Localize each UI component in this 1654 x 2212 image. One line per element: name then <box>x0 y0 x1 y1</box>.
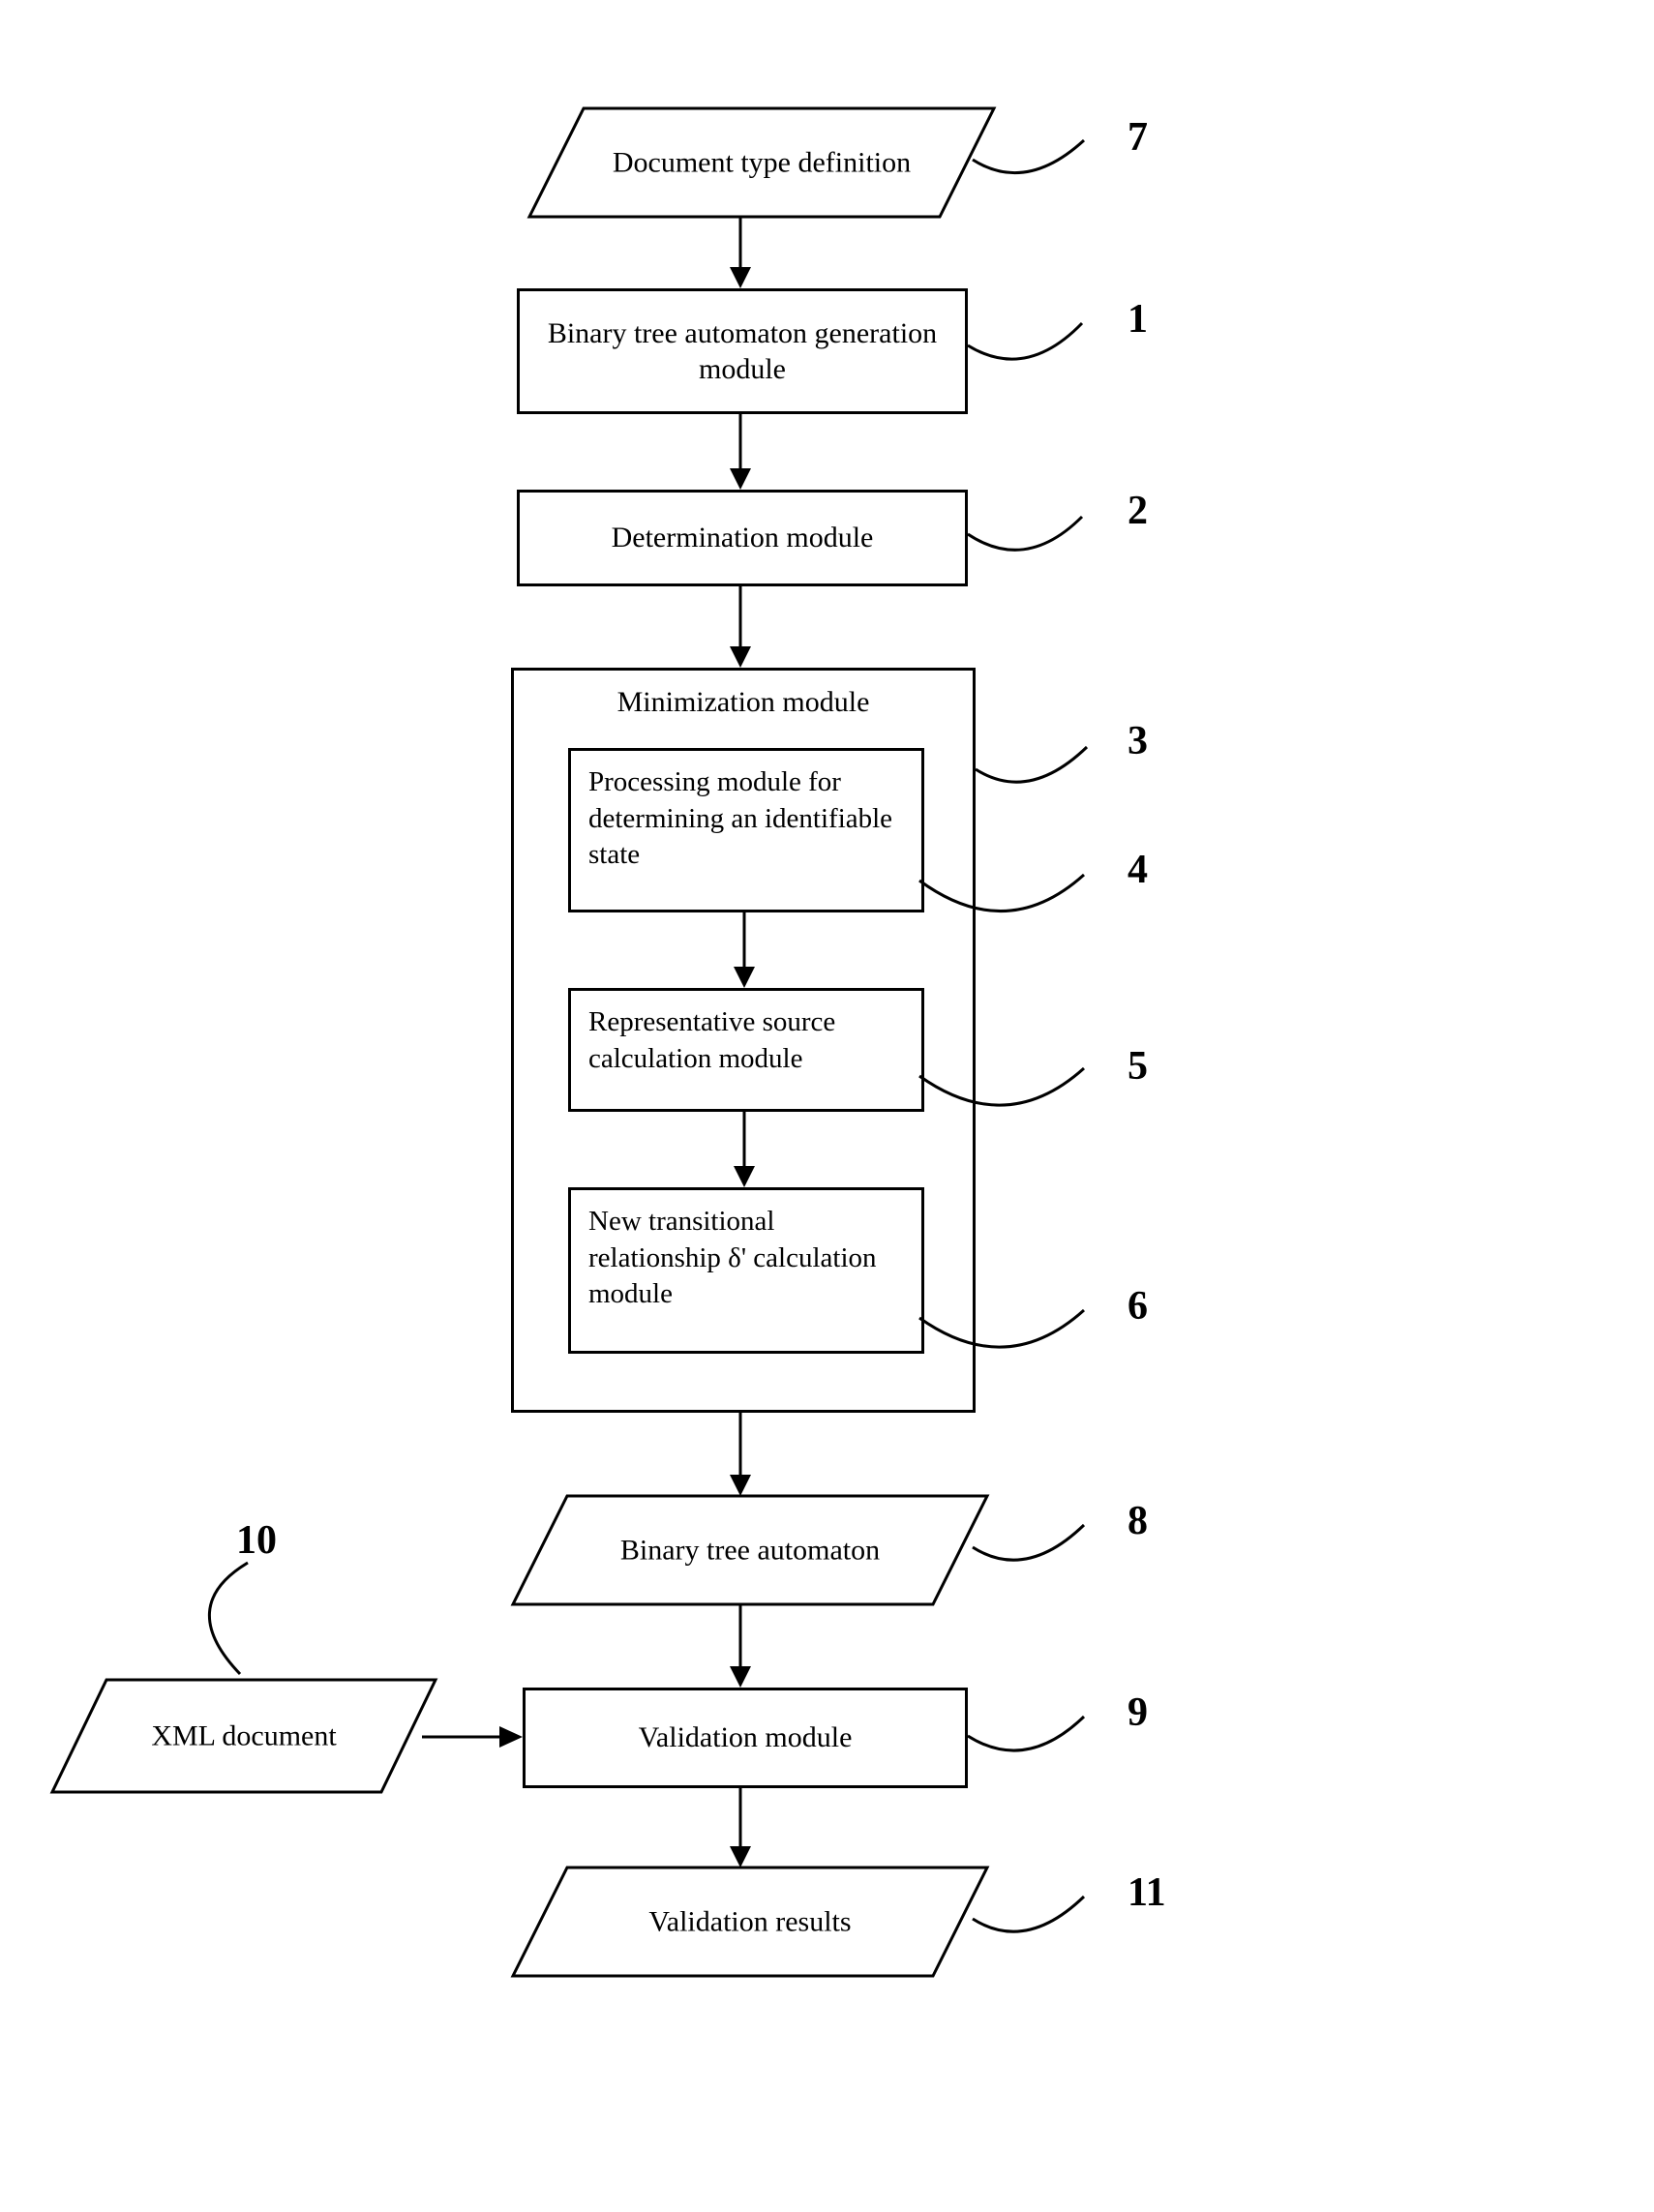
rep-source-module: Representative source calculation module <box>568 988 924 1112</box>
xml-document-label: XML document <box>72 1718 416 1754</box>
arrow-3-8 <box>726 1413 755 1496</box>
callout-1 <box>968 302 1118 379</box>
label-7: 7 <box>1128 114 1148 161</box>
arrow-5-6 <box>730 1112 759 1187</box>
callout-11 <box>973 1875 1118 1953</box>
callout-3 <box>976 726 1121 803</box>
callout-7 <box>973 116 1118 194</box>
determination-module: Determination module <box>517 490 968 586</box>
minimization-title: Minimization module <box>514 686 973 719</box>
label-2: 2 <box>1128 488 1148 534</box>
callout-4 <box>919 852 1118 939</box>
label-11: 11 <box>1128 1869 1166 1916</box>
rep-source-label: Representative source calculation module <box>588 1006 835 1074</box>
arrow-1-2 <box>726 414 755 490</box>
callout-2 <box>968 495 1118 573</box>
callout-8 <box>973 1504 1118 1581</box>
arrow-10-9 <box>422 1722 523 1751</box>
callout-5 <box>919 1045 1118 1132</box>
label-4: 4 <box>1128 847 1148 893</box>
doc-type-definition: Document type definition <box>529 108 994 217</box>
minimization-module: Minimization module Processing module fo… <box>511 668 976 1413</box>
processing-module: Processing module for determining an ide… <box>568 748 924 912</box>
binary-tree-automaton: Binary tree automaton <box>513 1496 987 1604</box>
arrow-8-9 <box>726 1604 755 1688</box>
label-6: 6 <box>1128 1283 1148 1330</box>
arrow-7-1 <box>726 217 755 288</box>
label-1: 1 <box>1128 296 1148 343</box>
binary-tree-gen-label: Binary tree automaton generation module <box>539 315 946 388</box>
determination-label: Determination module <box>612 520 874 556</box>
validation-label: Validation module <box>639 1719 853 1756</box>
callout-10 <box>180 1563 316 1679</box>
label-5: 5 <box>1128 1043 1148 1090</box>
xml-document: XML document <box>52 1680 436 1792</box>
label-8: 8 <box>1128 1498 1148 1544</box>
label-3: 3 <box>1128 718 1148 764</box>
new-transition-module: New transitional relationship δ' calcula… <box>568 1187 924 1354</box>
arrow-2-3 <box>726 586 755 668</box>
arrow-9-11 <box>726 1788 755 1868</box>
label-9: 9 <box>1128 1689 1148 1736</box>
binary-tree-gen-module: Binary tree automaton generation module <box>517 288 968 414</box>
processing-label: Processing module for determining an ide… <box>588 766 892 870</box>
callout-6 <box>919 1287 1118 1374</box>
validation-results: Validation results <box>513 1868 987 1976</box>
validation-results-label: Validation results <box>537 1903 964 1940</box>
binary-tree-automaton-label: Binary tree automaton <box>537 1532 964 1569</box>
arrow-4-5 <box>730 912 759 988</box>
doc-type-definition-label: Document type definition <box>553 144 971 181</box>
label-10: 10 <box>236 1517 277 1564</box>
callout-9 <box>968 1695 1118 1773</box>
new-transition-label: New transitional relationship δ' calcula… <box>588 1206 877 1309</box>
validation-module: Validation module <box>523 1688 968 1788</box>
